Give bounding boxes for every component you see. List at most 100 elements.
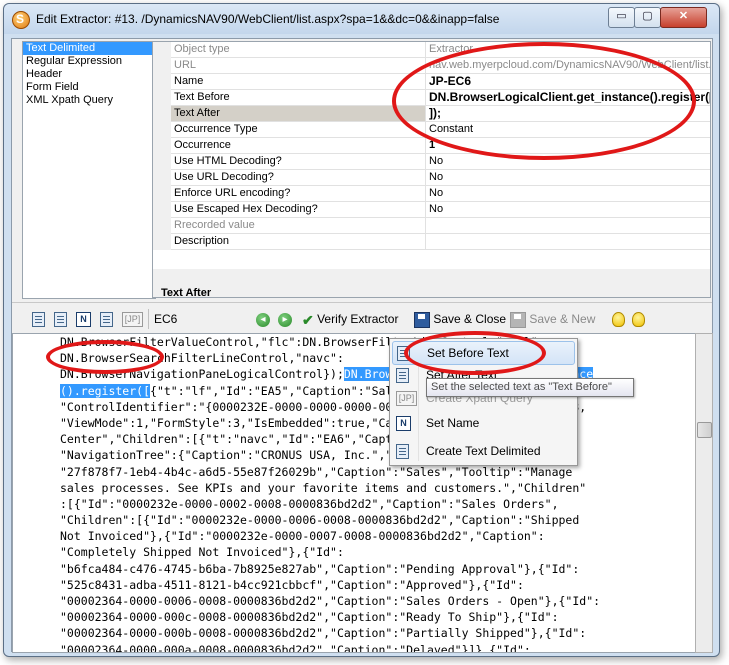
verify-extractor-button[interactable]: ✔ Verify Extractor xyxy=(302,310,398,328)
property-name: Description xyxy=(171,234,426,250)
text-after-value[interactable]: ]); xyxy=(426,106,710,122)
property-value[interactable]: No xyxy=(426,170,710,186)
property-name: Rrecorded value xyxy=(171,218,426,234)
text-delimited-tool[interactable] xyxy=(100,310,113,328)
minimize-button[interactable]: ▭ xyxy=(608,7,635,28)
extractor-type-list[interactable]: Text Delimited Regular Expression Header… xyxy=(22,41,156,299)
extractor-type-regex[interactable]: Regular Expression xyxy=(23,55,155,68)
property-name: Text Before xyxy=(171,90,426,106)
tip-button[interactable] xyxy=(612,310,625,328)
property-value[interactable] xyxy=(426,234,710,250)
name-field[interactable]: EC6 xyxy=(154,310,177,328)
property-row: Rrecorded value xyxy=(153,218,710,234)
code-line: "Children":[{"Id":"0000232e-0000-0006-00… xyxy=(60,513,580,528)
text-after-icon xyxy=(396,368,409,383)
find-next-icon: ▸ xyxy=(278,312,292,327)
property-row[interactable]: Occurrence Type Constant xyxy=(153,122,710,138)
dialog-body: Text Delimited Regular Expression Header… xyxy=(11,38,713,653)
set-name-tool[interactable]: N xyxy=(76,310,91,328)
property-value: nav.web.myerpcloud.com/DynamicsNAV90/Web… xyxy=(426,58,710,74)
app-icon: S xyxy=(12,11,30,29)
code-line: "00002364-0000-000a-0008-0000836bd2d2","… xyxy=(60,642,531,653)
maximize-button[interactable]: ▢ xyxy=(634,7,661,28)
text-delimited-icon xyxy=(396,444,409,459)
property-row[interactable]: Text Before DN.BrowserLogicalClient.get_i… xyxy=(153,90,710,106)
property-row[interactable]: Text After]); xyxy=(153,106,710,122)
text-after-tool[interactable] xyxy=(54,310,67,328)
save-new-button[interactable]: Save & New xyxy=(510,310,595,328)
extractor-type-header[interactable]: Header xyxy=(23,68,155,81)
property-value[interactable]: Constant xyxy=(426,122,710,138)
property-row[interactable]: Use URL Decoding? No xyxy=(153,170,710,186)
save-close-button[interactable]: Save & Close xyxy=(414,310,506,328)
menu-set-name[interactable]: N Set Name xyxy=(392,412,573,434)
property-description: Text After xyxy=(152,269,711,299)
code-line: "00002364-0000-000b-0008-0000836bd2d2","… xyxy=(60,626,587,641)
property-value xyxy=(426,218,710,234)
description-title: Text After xyxy=(161,287,212,299)
code-line: Not Invoiced"},{"Id":"0000232e-0000-0007… xyxy=(60,529,545,544)
property-row[interactable]: Enforce URL encoding? No xyxy=(153,186,710,202)
extractor-type-xpath[interactable]: XML Xpath Query xyxy=(23,94,155,107)
find-next-button[interactable]: ▸ xyxy=(278,310,292,328)
property-name: Enforce URL encoding? xyxy=(171,186,426,202)
save-new-icon xyxy=(510,311,526,328)
find-previous-icon: ◂ xyxy=(256,312,270,327)
property-row[interactable]: Use Escaped Hex Decoding? No xyxy=(153,202,710,218)
property-name: Use URL Decoding? xyxy=(171,170,426,186)
text-before-icon xyxy=(32,312,45,328)
text-before-value[interactable]: DN.BrowserLogicalClient.get_instance().r… xyxy=(426,90,710,106)
jp-icon: [JP] xyxy=(122,312,143,328)
toolbar: N [JP] EC6 ◂ ▸ ✔ Verify Extractor Save &… xyxy=(12,302,712,333)
name-value[interactable]: JP-EC6 xyxy=(426,74,710,90)
property-row[interactable]: Description xyxy=(153,234,710,250)
property-value[interactable]: No xyxy=(426,202,710,218)
property-row[interactable]: Name JP-EC6 xyxy=(153,74,710,90)
property-row[interactable]: Use HTML Decoding? No xyxy=(153,154,710,170)
code-line: "525c8431-adba-4511-8121-b4cc921cbbcf","… xyxy=(60,577,524,592)
property-value[interactable]: No xyxy=(426,154,710,170)
window-title: Edit Extractor: #13. /DynamicsNAV90/WebC… xyxy=(36,12,500,26)
verify-icon: ✔ xyxy=(302,311,314,328)
property-name: Occurrence xyxy=(171,138,426,154)
text-after-icon xyxy=(54,312,67,328)
property-grid[interactable]: Object type Extractor URL nav.web.myerpclo… xyxy=(152,41,711,271)
close-button[interactable]: ✕ xyxy=(660,7,707,28)
save-icon xyxy=(414,311,430,328)
code-line: sales processes. See KPIs and your favor… xyxy=(60,480,587,495)
name-icon: N xyxy=(76,312,91,328)
property-row: URL nav.web.myerpcloud.com/DynamicsNAV90/… xyxy=(153,58,710,74)
code-line: :[{"Id":"0000232e-0000-0002-0008-0000836… xyxy=(60,496,559,511)
property-name: Text After xyxy=(171,106,426,122)
editor-scrollbar[interactable] xyxy=(695,333,713,653)
text-before-icon xyxy=(397,346,410,361)
code-line: "b6fca484-c476-4745-b6ba-7b8925e827ab","… xyxy=(60,561,580,576)
verify-label: Verify Extractor xyxy=(317,312,399,326)
property-name: Occurrence Type xyxy=(171,122,426,138)
property-value[interactable]: No xyxy=(426,186,710,202)
property-row[interactable]: Occurrence 1 xyxy=(153,138,710,154)
menu-set-before-text[interactable]: Set Before Text xyxy=(392,341,575,365)
property-value[interactable]: 1 xyxy=(426,138,710,154)
property-name: Object type xyxy=(171,42,426,58)
extractor-type-form-field[interactable]: Form Field xyxy=(23,81,155,94)
help-button[interactable] xyxy=(632,310,645,328)
property-name: Use HTML Decoding? xyxy=(171,154,426,170)
code-line: "Completely Shipped Not Invoiced"},{"Id"… xyxy=(60,545,344,560)
extractor-type-text-delimited[interactable]: Text Delimited xyxy=(23,42,155,55)
scrollbar-thumb[interactable] xyxy=(697,422,712,438)
text-before-tool[interactable] xyxy=(32,310,45,328)
code-line: "00002364-0000-0006-0008-0000836bd2d2","… xyxy=(60,594,601,608)
menu-create-text-delimited[interactable]: Create Text Delimited xyxy=(392,440,573,462)
save-new-label: Save & New xyxy=(529,312,596,326)
text-delimited-icon xyxy=(100,312,113,328)
jp-tool[interactable]: [JP] xyxy=(122,310,143,328)
title-bar[interactable]: S Edit Extractor: #13. /DynamicsNAV90/We… xyxy=(4,4,719,34)
context-menu: Set Before Text Set After Text [JP] Creat… xyxy=(389,338,578,466)
property-name: URL xyxy=(171,58,426,74)
find-previous-button[interactable]: ◂ xyxy=(256,310,270,328)
jp-icon: [JP] xyxy=(396,391,417,406)
tooltip: Set the selected text as "Text Before" xyxy=(426,378,634,397)
lightbulb-icon xyxy=(632,312,645,328)
property-value: Extractor xyxy=(426,42,710,58)
